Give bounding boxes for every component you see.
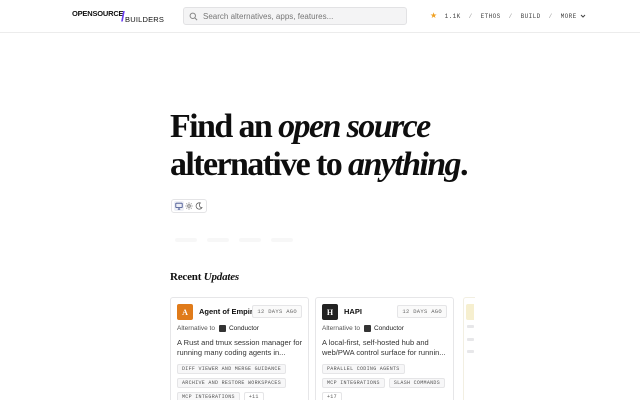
feature-tags: DIFF VIEWER AND MERGE GUIDANCE ARCHIVE A… bbox=[177, 364, 307, 400]
hero-line-1: Find an open source bbox=[170, 108, 467, 146]
placeholder-line bbox=[467, 350, 474, 353]
card-header: A Agent of Empires 12 DAYS AGO bbox=[177, 304, 302, 320]
hero-text: . bbox=[459, 146, 468, 183]
alternative-to: Alternative to Conductor bbox=[177, 325, 259, 332]
github-star-count[interactable]: 1.1K bbox=[445, 13, 461, 20]
sun-icon bbox=[185, 202, 193, 210]
card-header: H HAPI 12 DAYS AGO bbox=[322, 304, 447, 320]
logo-text-top: OPENSOURCE bbox=[72, 9, 124, 18]
updated-ago-badge: 12 DAYS AGO bbox=[397, 305, 447, 318]
update-card-partial[interactable] bbox=[463, 297, 475, 400]
nav-separator: / bbox=[508, 12, 513, 20]
search-input[interactable] bbox=[203, 11, 393, 21]
alternative-label: Alternative to bbox=[177, 325, 215, 332]
more-tags-badge[interactable]: +17 bbox=[322, 392, 342, 400]
star-icon: ★ bbox=[430, 12, 438, 21]
top-nav: ★ 1.1K / ETHOS / BUILD / MORE bbox=[430, 10, 586, 22]
feature-tag[interactable]: ARCHIVE AND RESTORE WORKSPACES bbox=[177, 378, 287, 388]
feature-tag[interactable]: DIFF VIEWER AND MERGE GUIDANCE bbox=[177, 364, 287, 374]
app-icon: A bbox=[177, 304, 193, 320]
site-logo[interactable]: OPENSOURCE / BUILDERS bbox=[72, 8, 165, 25]
alternative-to: Alternative to Conductor bbox=[322, 325, 404, 332]
alternative-app-link[interactable]: Conductor bbox=[374, 325, 404, 332]
app-description: A Rust and tmux session manager for runn… bbox=[177, 338, 303, 357]
placeholder-line bbox=[467, 338, 474, 341]
feature-tag[interactable]: MCP INTEGRATIONS bbox=[322, 378, 385, 388]
app-icon: H bbox=[322, 304, 338, 320]
placeholder-bar bbox=[207, 238, 229, 242]
placeholder-line bbox=[467, 325, 474, 328]
logo-text-bottom: BUILDERS bbox=[125, 15, 165, 24]
placeholder-bar bbox=[239, 238, 261, 242]
feature-tag[interactable]: MCP INTEGRATIONS bbox=[177, 392, 240, 400]
feature-tag[interactable]: SLASH COMMANDS bbox=[388, 378, 446, 388]
recent-updates-heading: Recent Updates bbox=[170, 271, 239, 283]
update-card[interactable]: A Agent of Empires 12 DAYS AGO Alternati… bbox=[170, 297, 309, 400]
hero-emphasis: anything bbox=[348, 146, 462, 183]
placeholder-bar bbox=[175, 238, 197, 242]
theme-system-button[interactable] bbox=[174, 201, 184, 211]
section-title-emphasis: Updates bbox=[203, 271, 239, 283]
theme-dark-button[interactable] bbox=[194, 201, 204, 211]
search-box[interactable] bbox=[183, 7, 407, 25]
conductor-logo-icon bbox=[363, 325, 371, 332]
update-card[interactable]: H HAPI 12 DAYS AGO Alternative to Conduc… bbox=[315, 297, 454, 400]
feature-tags: PARALLEL CODING AGENTS MCP INTEGRATIONS … bbox=[322, 364, 452, 400]
nav-link-build[interactable]: BUILD bbox=[521, 13, 541, 20]
moon-icon bbox=[195, 202, 203, 210]
nav-link-more[interactable]: MORE bbox=[561, 13, 577, 20]
hero-text: alternative to bbox=[170, 146, 349, 183]
conductor-logo-icon bbox=[218, 325, 226, 332]
app-description: A local-first, self-hosted hub and web/P… bbox=[322, 338, 446, 357]
alternative-label: Alternative to bbox=[322, 325, 360, 332]
alternative-app-link[interactable]: Conductor bbox=[229, 325, 259, 332]
hero-emphasis: open source bbox=[278, 108, 431, 145]
hero-text: Find an bbox=[170, 108, 279, 145]
more-tags-badge[interactable]: +11 bbox=[243, 392, 264, 400]
hero-line-2: alternative to anything. bbox=[170, 146, 468, 184]
nav-link-ethos[interactable]: ETHOS bbox=[481, 13, 501, 20]
app-icon bbox=[466, 304, 474, 320]
app-name[interactable]: HAPI bbox=[344, 307, 362, 316]
nav-separator: / bbox=[548, 12, 553, 20]
theme-light-button[interactable] bbox=[184, 201, 194, 211]
site-header: OPENSOURCE / BUILDERS ★ 1.1K / ETHOS / B… bbox=[0, 0, 640, 33]
section-title-text: Recent bbox=[170, 271, 204, 283]
hero-heading: Find an open source alternative to anyth… bbox=[170, 108, 468, 184]
search-icon bbox=[189, 12, 198, 20]
theme-switcher bbox=[171, 199, 207, 213]
monitor-icon bbox=[175, 202, 183, 210]
feature-tag[interactable]: PARALLEL CODING AGENTS bbox=[322, 364, 405, 374]
updated-ago-badge: 12 DAYS AGO bbox=[252, 305, 302, 318]
faded-placeholder-row bbox=[175, 238, 293, 246]
nav-separator: / bbox=[468, 12, 473, 20]
placeholder-bar bbox=[271, 238, 293, 242]
chevron-down-icon[interactable] bbox=[580, 13, 586, 19]
